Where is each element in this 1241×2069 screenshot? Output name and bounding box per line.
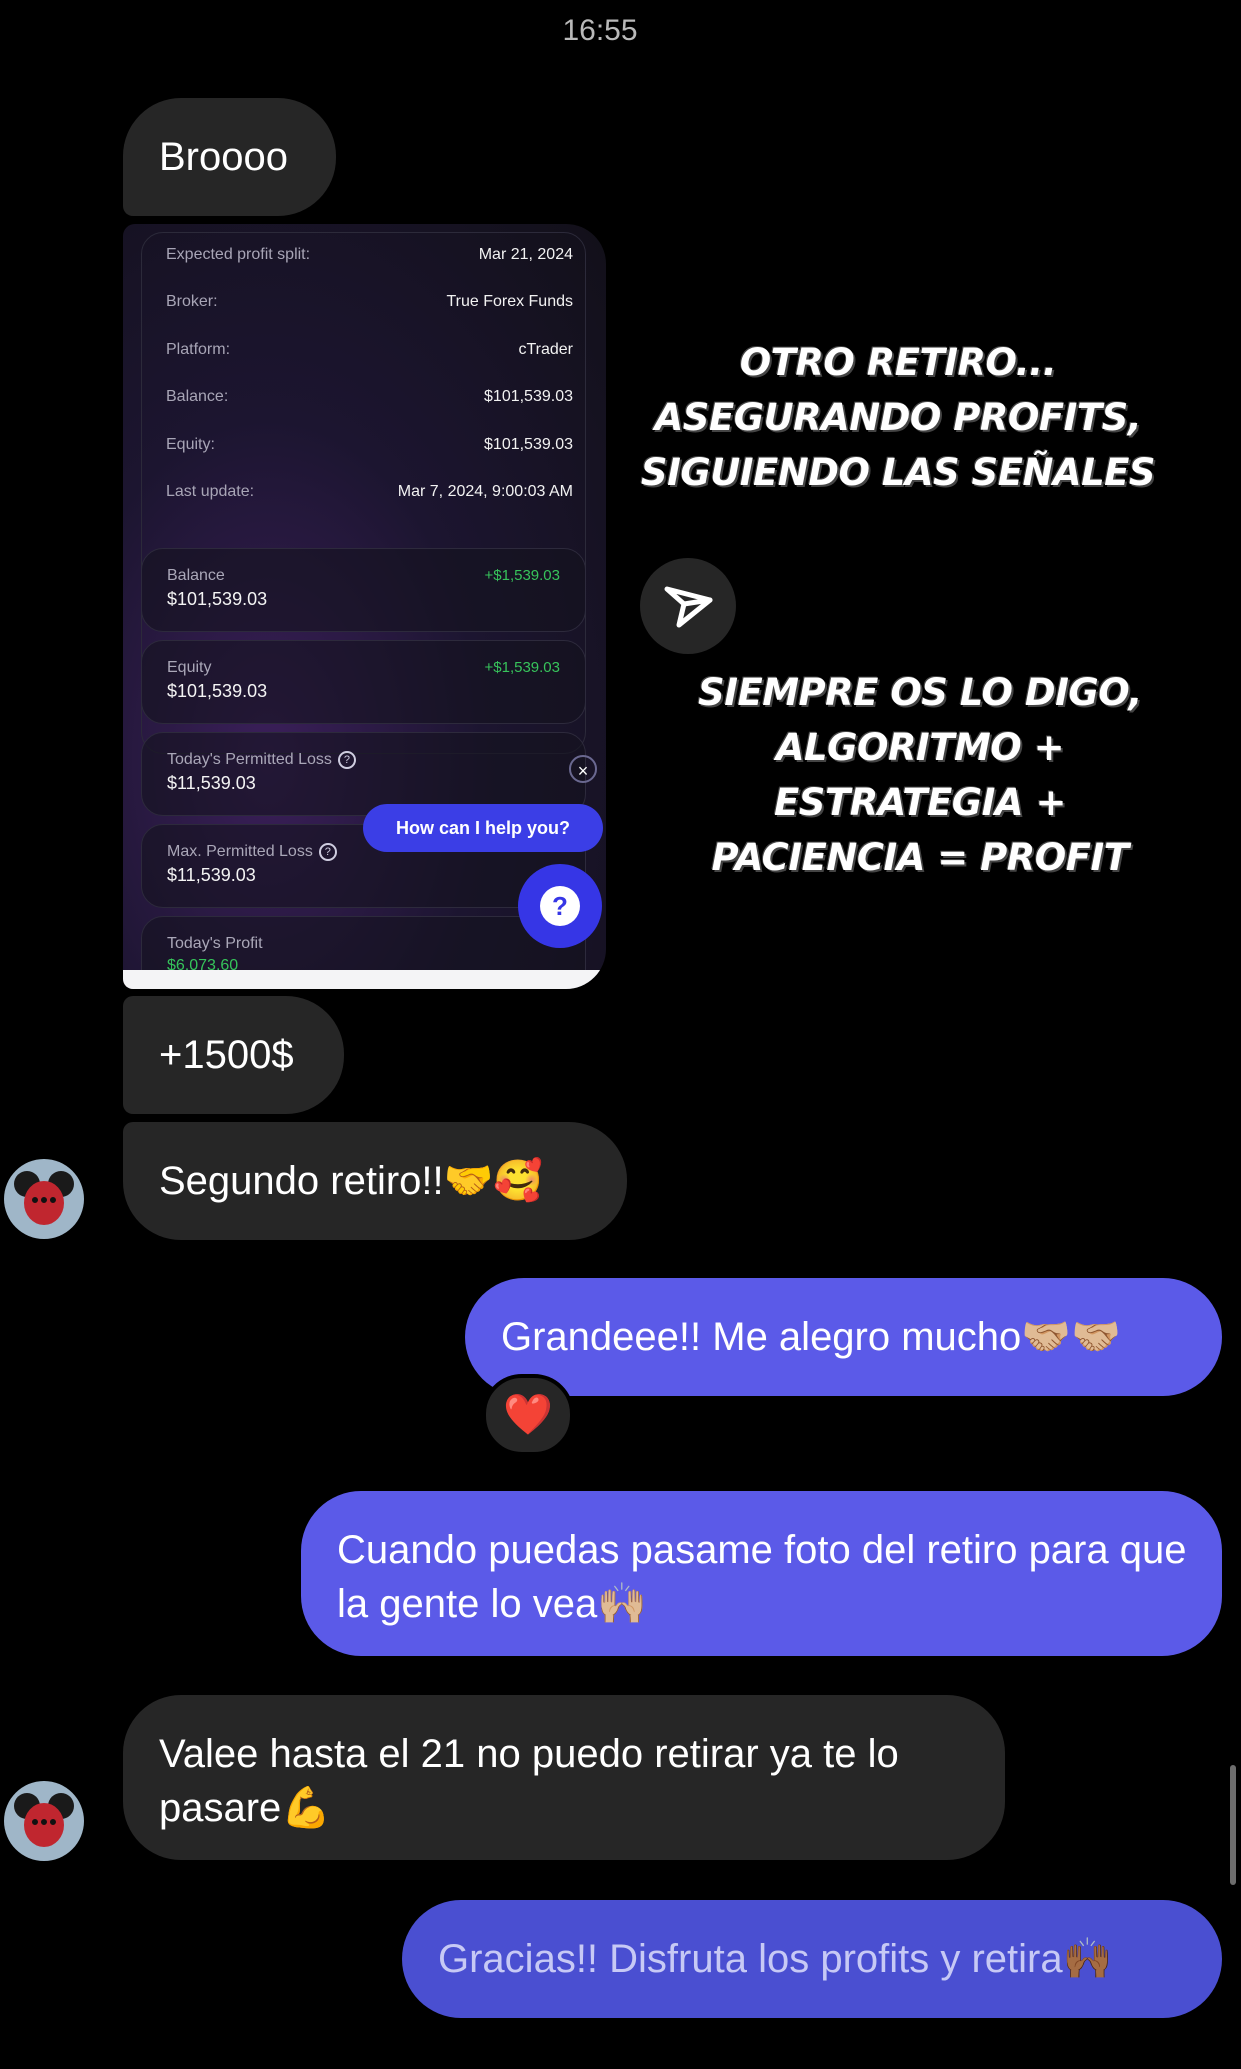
detail-row: Expected profit split: Mar 21, 2024	[166, 246, 573, 264]
detail-row: Last update: Mar 7, 2024, 9:00:03 AM	[166, 483, 573, 501]
screenshot-bottom-bar	[123, 970, 606, 989]
detail-value: True Forex Funds	[446, 293, 573, 310]
overlay-line: ESTRATEGIA +	[774, 781, 1066, 824]
overlay-line: ASEGURANDO PROFITS,	[654, 396, 1142, 439]
scrollbar[interactable]	[1230, 1765, 1236, 1885]
card-label: Today's Permitted Loss	[167, 751, 332, 769]
card-value: $101,539.03	[167, 681, 268, 701]
message-outgoing[interactable]: Cuando puedas pasame foto del retiro par…	[301, 1491, 1222, 1656]
message-incoming[interactable]: Valee hasta el 21 no puedo retirar ya te…	[123, 1695, 1005, 1860]
message-incoming[interactable]: +1500$	[123, 996, 344, 1114]
detail-row: Balance: $101,539.03	[166, 388, 573, 406]
card-delta: +$1,539.03	[484, 659, 561, 676]
detail-row: Platform: cTrader	[166, 341, 573, 359]
detail-label: Platform:	[166, 341, 231, 358]
chat-fab-button[interactable]: ?	[518, 864, 602, 948]
balance-card: Balance $101,539.03 +$1,539.03	[141, 548, 586, 632]
detail-value: cTrader	[518, 341, 573, 358]
overlay-line: ALGORITMO +	[775, 726, 1065, 769]
overlay-line: SIGUIENDO LAS SEÑALES	[640, 451, 1156, 494]
status-time: 16:55	[562, 14, 638, 47]
heart-reaction[interactable]: ❤️	[482, 1374, 574, 1456]
overlay-line: SIEMPRE OS LO DIGO,	[698, 671, 1142, 714]
detail-label: Broker:	[166, 293, 218, 310]
card-label: Equity	[167, 659, 212, 676]
card-label: Today's Profit	[167, 935, 263, 952]
detail-row: Equity: $101,539.03	[166, 436, 573, 454]
overlay-caption-bottom: SIEMPRE OS LO DIGO, ALGORITMO + ESTRATEG…	[680, 665, 1160, 885]
message-incoming[interactable]: Segundo retiro!!🤝🥰	[123, 1122, 627, 1240]
message-outgoing[interactable]: Gracias!! Disfruta los profits y retira🙌…	[402, 1900, 1222, 2018]
avatar[interactable]	[4, 1159, 84, 1239]
card-value: $101,539.03	[167, 589, 268, 609]
detail-value: Mar 7, 2024, 9:00:03 AM	[397, 483, 573, 500]
question-icon: ?	[540, 886, 580, 926]
card-label: Balance	[167, 567, 225, 584]
avatar[interactable]	[4, 1781, 84, 1861]
detail-value: Mar 21, 2024	[478, 246, 573, 263]
card-label-wrap: Today's Permitted Loss?	[167, 751, 356, 769]
paper-plane-icon	[664, 586, 713, 628]
share-button[interactable]	[640, 558, 736, 654]
detail-label: Last update:	[166, 483, 255, 500]
card-delta: +$1,539.03	[484, 567, 561, 584]
close-icon[interactable]: ×	[569, 755, 597, 783]
card-value: $11,539.03	[167, 865, 256, 885]
equity-card: Equity $101,539.03 +$1,539.03	[141, 640, 586, 724]
card-label: Max. Permitted Loss	[167, 843, 313, 861]
message-incoming[interactable]: Broooo	[123, 98, 336, 216]
detail-value: $101,539.03	[484, 436, 573, 453]
detail-row: Broker: True Forex Funds	[166, 293, 573, 311]
detail-label: Expected profit split:	[166, 246, 311, 263]
avatar-eyes	[32, 1197, 56, 1211]
detail-label: Balance:	[166, 388, 229, 405]
help-icon: ?	[337, 751, 356, 769]
help-icon: ?	[318, 843, 337, 861]
overlay-caption-top: OTRO RETIRO... ASEGURANDO PROFITS, SIGUI…	[622, 335, 1174, 500]
overlay-line: OTRO RETIRO...	[739, 341, 1057, 384]
overlay-line: PACIENCIA = PROFIT	[711, 836, 1129, 879]
detail-value: $101,539.03	[484, 388, 573, 405]
message-outgoing[interactable]: Grandeee!! Me alegro mucho🤝🏼🤝🏼	[465, 1278, 1222, 1396]
chat-help-button[interactable]: How can I help you?	[363, 804, 603, 852]
shared-screenshot[interactable]: Expected profit split: Mar 21, 2024 Brok…	[123, 224, 606, 989]
avatar-eyes	[32, 1819, 56, 1833]
card-value: $11,539.03	[167, 773, 256, 793]
detail-label: Equity:	[166, 436, 215, 453]
card-label-wrap: Max. Permitted Loss?	[167, 843, 337, 861]
